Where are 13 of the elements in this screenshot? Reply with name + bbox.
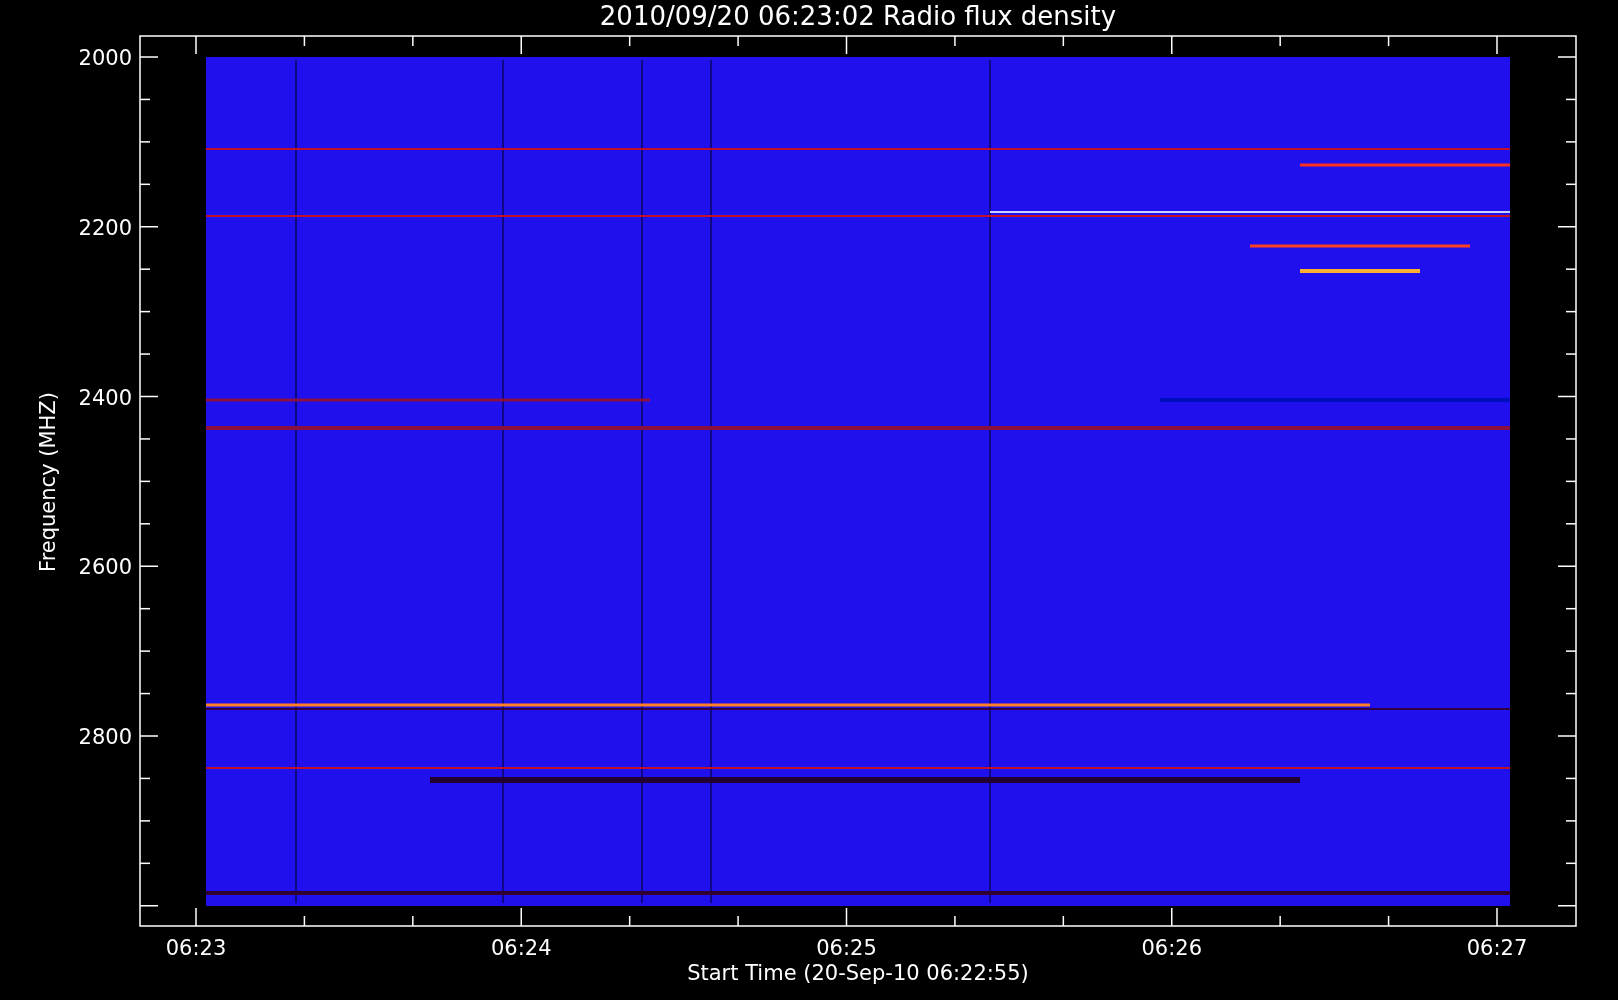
y-tick-label: 2000	[78, 46, 132, 70]
x-tick-label: 06:24	[491, 936, 552, 960]
y-tick-label: 2400	[78, 385, 132, 410]
x-tick-label: 06:23	[165, 936, 227, 960]
x-tick-label: 06:26	[1141, 936, 1202, 960]
x-axis-label: Start Time (20-Sep-10 06:22:55)	[687, 961, 1029, 985]
y-tick-label: 2600	[78, 555, 132, 580]
y-axis-label: Frequency (MHZ)	[36, 392, 60, 572]
y-tick-label: 2200	[78, 215, 132, 240]
y-tick-label: 2800	[78, 725, 132, 749]
x-tick-label: 06:25	[816, 936, 877, 960]
x-tick-label: 06:27	[1466, 936, 1528, 960]
plot-title: 2010/09/20 06:23:02 Radio flux density	[599, 1, 1117, 31]
